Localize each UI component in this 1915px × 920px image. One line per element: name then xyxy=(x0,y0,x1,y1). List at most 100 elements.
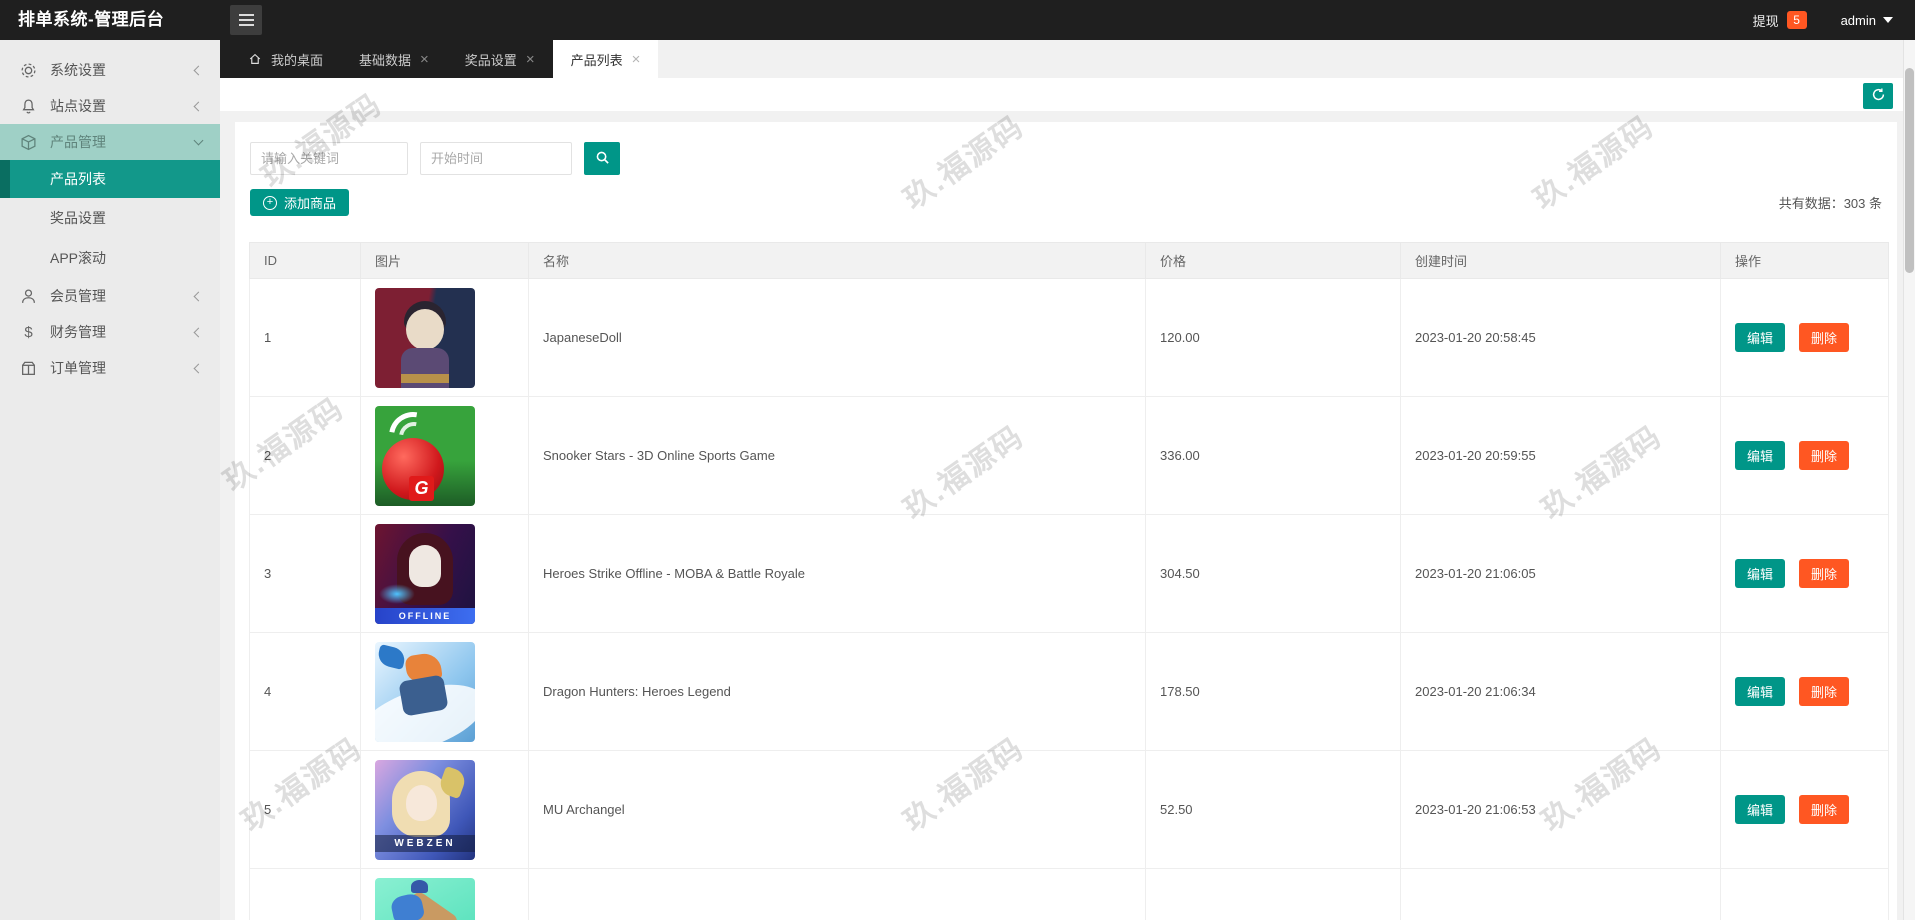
cell-created: 2023-01-20 20:58:45 xyxy=(1400,278,1721,397)
cube-icon xyxy=(20,134,37,151)
edit-button[interactable]: 编辑 xyxy=(1735,795,1786,824)
cell-created: 2023-01-20 20:59:55 xyxy=(1400,396,1721,515)
cell-price: 52.50 xyxy=(1145,750,1401,869)
column-header-image: 图片 xyxy=(360,242,529,279)
product-table: ID 图片 名称 价格 创建时间 操作 1 JapaneseDoll 120.0… xyxy=(249,242,1889,920)
username: admin xyxy=(1840,12,1876,28)
product-image xyxy=(375,641,475,742)
product-image: OFFLINE xyxy=(375,523,475,624)
tab-my-desktop[interactable]: 我的桌面 xyxy=(230,40,341,78)
sidebar: 系统设置 站点设置 产品管理 产品列表 奖品设置 APP滚动 会员管理 $ 财务… xyxy=(0,40,220,920)
sidebar-item-product-management[interactable]: 产品管理 xyxy=(0,124,220,160)
tab-basic-data[interactable]: 基础数据 × xyxy=(341,40,447,78)
edit-button[interactable]: 编辑 xyxy=(1735,677,1786,706)
hamburger-icon xyxy=(238,14,254,16)
sidebar-item-system-settings[interactable]: 系统设置 xyxy=(0,52,220,88)
user-menu[interactable]: admin xyxy=(1841,13,1893,28)
chevron-down-icon xyxy=(193,135,204,146)
cell-price: 304.50 xyxy=(1145,514,1401,633)
dollar-icon: $ xyxy=(24,323,33,341)
table-row xyxy=(249,868,1889,920)
home-icon xyxy=(248,52,262,66)
cell-id xyxy=(249,868,361,920)
table-row: 3 OFFLINE Heroes Strike Offline - MOBA &… xyxy=(249,514,1889,633)
column-header-id: ID xyxy=(249,242,361,279)
chevron-left-icon xyxy=(193,363,204,373)
delete-button[interactable]: 删除 xyxy=(1799,795,1850,824)
app-title: 排单系统-管理后台 xyxy=(18,10,165,29)
cell-id: 2 xyxy=(249,396,361,515)
withdraw-link[interactable]: 提现 xyxy=(1753,11,1779,30)
keyword-input[interactable] xyxy=(250,142,408,175)
start-time-input[interactable] xyxy=(420,142,572,175)
delete-button[interactable]: 删除 xyxy=(1799,323,1850,352)
product-image: WEBZEN xyxy=(375,759,475,860)
search-icon xyxy=(595,150,610,168)
sidebar-item-product-list[interactable]: 产品列表 xyxy=(0,160,220,198)
product-image: G xyxy=(375,405,475,506)
cell-id: 4 xyxy=(249,632,361,751)
plus-circle-icon: + xyxy=(263,195,277,210)
cell-created: 2023-01-20 21:06:34 xyxy=(1400,632,1721,751)
delete-button[interactable]: 删除 xyxy=(1799,441,1850,470)
chevron-down-icon xyxy=(1883,17,1893,23)
refresh-button[interactable] xyxy=(1863,83,1893,109)
sidebar-item-finance-management[interactable]: $ 财务管理 xyxy=(0,314,220,350)
total-count-text: 共有数据：303 条 xyxy=(1778,196,1882,211)
product-image xyxy=(375,287,475,388)
table-header-row: ID 图片 名称 价格 创建时间 操作 xyxy=(249,242,1889,279)
delete-button[interactable]: 删除 xyxy=(1799,677,1850,706)
cell-price: 120.00 xyxy=(1145,278,1401,397)
table-row: 1 JapaneseDoll 120.00 2023-01-20 20:58:4… xyxy=(249,278,1889,397)
column-header-created: 创建时间 xyxy=(1400,242,1721,279)
cell-price: 336.00 xyxy=(1145,396,1401,515)
close-icon[interactable]: × xyxy=(420,52,429,67)
close-icon[interactable]: × xyxy=(526,52,535,67)
cell-created xyxy=(1400,868,1721,920)
sidebar-item-order-management[interactable]: 订单管理 xyxy=(0,350,220,386)
cell-name: JapaneseDoll xyxy=(528,278,1146,397)
chevron-left-icon xyxy=(193,101,204,111)
refresh-icon xyxy=(1871,87,1886,105)
withdraw-count-badge: 5 xyxy=(1786,11,1807,29)
close-icon[interactable]: × xyxy=(632,52,641,67)
sidebar-item-member-management[interactable]: 会员管理 xyxy=(0,278,220,314)
menu-toggle-button[interactable] xyxy=(230,5,262,35)
column-header-name: 名称 xyxy=(528,242,1146,279)
cell-name: Dragon Hunters: Heroes Legend xyxy=(528,632,1146,751)
product-list-panel: + 添加商品 共有数据：303 条 ID 图片 名称 价格 创建时间 操作 1 xyxy=(235,122,1897,920)
cell-price: 178.50 xyxy=(1145,632,1401,751)
sidebar-item-site-settings[interactable]: 站点设置 xyxy=(0,88,220,124)
edit-button[interactable]: 编辑 xyxy=(1735,323,1786,352)
cell-price xyxy=(1145,868,1401,920)
sidebar-item-prize-settings[interactable]: 奖品设置 xyxy=(0,198,220,238)
chevron-left-icon xyxy=(193,327,204,337)
vertical-scrollbar[interactable] xyxy=(1903,40,1915,920)
tab-prize-settings[interactable]: 奖品设置 × xyxy=(447,40,553,78)
cell-id: 5 xyxy=(249,750,361,869)
cell-created: 2023-01-20 21:06:53 xyxy=(1400,750,1721,869)
sidebar-item-app-scroll[interactable]: APP滚动 xyxy=(0,238,220,278)
bell-icon xyxy=(20,98,37,115)
add-product-button[interactable]: + 添加商品 xyxy=(250,189,350,216)
package-icon xyxy=(20,360,37,377)
top-header: 排单系统-管理后台 提现 5 admin xyxy=(0,0,1915,40)
delete-button[interactable]: 删除 xyxy=(1799,559,1850,588)
table-row: 4 Dragon Hunters: Heroes Legend 178.50 2… xyxy=(249,632,1889,751)
chevron-left-icon xyxy=(193,65,204,75)
scrollbar-thumb[interactable] xyxy=(1905,68,1914,273)
cell-id: 1 xyxy=(249,278,361,397)
cell-name: MU Archangel xyxy=(528,750,1146,869)
chevron-left-icon xyxy=(193,291,204,301)
table-row: 2 G Snooker Stars - 3D Online Sports Gam… xyxy=(249,396,1889,515)
edit-button[interactable]: 编辑 xyxy=(1735,559,1786,588)
user-icon xyxy=(20,288,37,305)
tab-product-list[interactable]: 产品列表 × xyxy=(552,40,659,78)
edit-button[interactable]: 编辑 xyxy=(1735,441,1786,470)
gear-icon xyxy=(20,62,37,79)
product-image xyxy=(375,877,475,920)
cell-name: Heroes Strike Offline - MOBA & Battle Ro… xyxy=(528,514,1146,633)
search-button[interactable] xyxy=(584,142,620,175)
cell-id: 3 xyxy=(249,514,361,633)
tab-bar: 我的桌面 基础数据 × 奖品设置 × 产品列表 × xyxy=(220,40,1915,78)
